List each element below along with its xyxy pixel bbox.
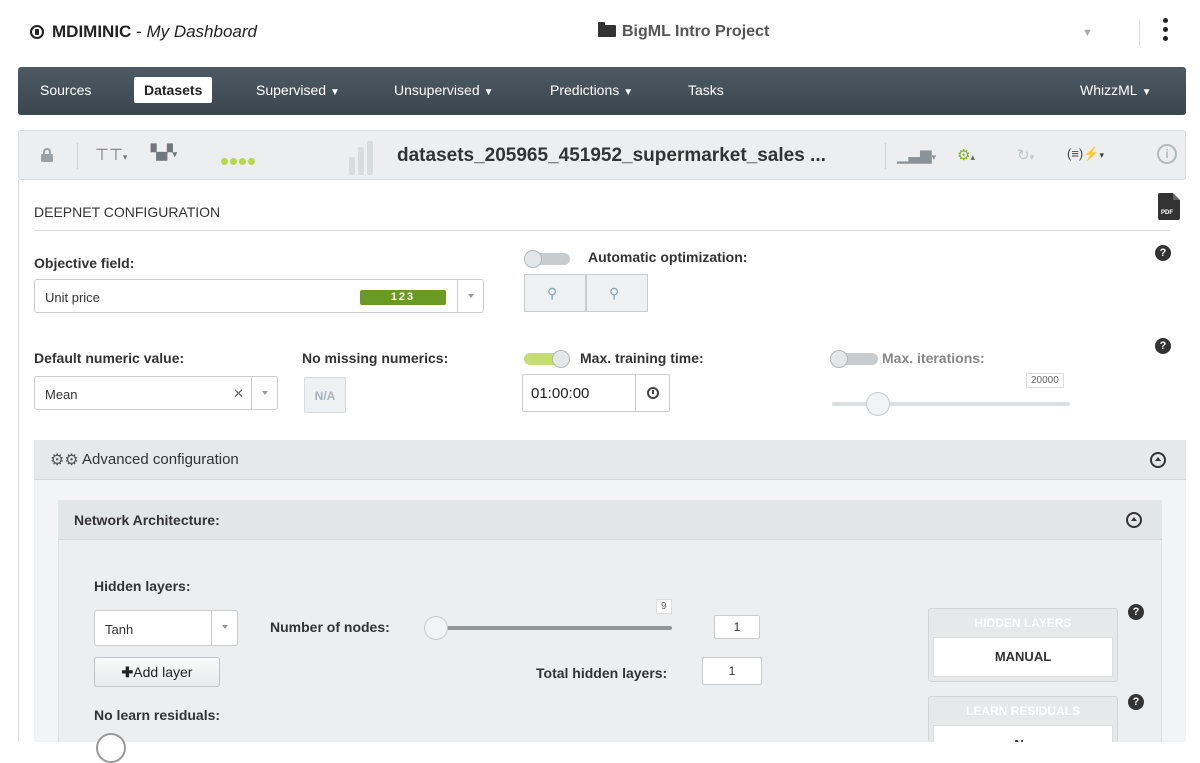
dashboard-brand[interactable]: MDIMINIC - My Dashboard [30,22,257,42]
max-training-time-label: Max. training time: [580,350,704,366]
lock-icon[interactable] [41,148,53,162]
dashboard-name: My Dashboard [146,22,257,41]
na-button[interactable]: N/A [304,377,346,413]
advanced-config-title: Advanced configuration [82,451,239,468]
project-name: BigML Intro Project [622,23,770,40]
no-missing-numerics-label: No missing numerics: [302,350,449,366]
pdf-icon[interactable]: PDF [1158,193,1180,220]
kebab-menu-icon[interactable] [1160,18,1170,48]
hidden-layers-summary-card: HIDDEN LAYERS MANUAL [928,608,1118,682]
activation-value: Tanh [105,622,134,637]
divider [18,180,19,742]
network-icon: ⚲ [609,285,620,301]
top-header: MDIMINIC - My Dashboard BigML Intro Proj… [0,0,1200,66]
clock-icon [647,387,659,399]
dataset-title: datasets_205965_451952_supermarket_sales… [397,145,826,166]
max-training-time-value: 01:00:00 [531,385,590,402]
info-icon[interactable]: i [1157,144,1177,164]
chevron-down-icon[interactable]: ▼ [1082,27,1093,39]
total-hidden-layers-label: Total hidden layers: [536,665,668,681]
max-iterations-slider-handle[interactable] [866,392,890,416]
configure-gears-icon[interactable]: ⚙▴ [957,146,975,164]
nodes-slider[interactable] [428,626,672,630]
learn-residuals-summary-card: LEARN RESIDUALS No [928,696,1118,742]
nav-predictions[interactable]: Predictions ▼ [550,82,633,98]
help-icon[interactable]: ? [1155,245,1171,261]
gears-icon: ⚙⚙ [50,452,79,469]
hidden-layers-label: Hidden layers: [94,578,191,594]
objective-field-value: Unit price [45,290,100,305]
help-icon[interactable]: ? [1128,604,1144,620]
nav-whizzml[interactable]: WhizzML ▼ [1080,82,1151,98]
main-navbar: Sources Datasets Supervised ▼ Unsupervise… [18,67,1186,115]
divider [1139,20,1140,46]
dataset-bars-icon [349,141,376,180]
network-architecture-header[interactable] [58,500,1162,540]
default-numeric-label: Default numeric value: [34,350,185,366]
hidden-layers-card-title: HIDDEN LAYERS [974,616,1072,630]
auto-optimization-toggle[interactable] [524,250,570,268]
brand-separator: - [131,22,147,41]
learn-residuals-card-title: LEARN RESIDUALS [965,704,1080,718]
plus-icon: ✚ [121,664,134,680]
project-selector[interactable]: BigML Intro Project [598,22,770,41]
learn-residuals-card-value: No [933,725,1113,742]
divider [77,143,78,169]
user-icon [30,25,44,39]
config-title: DEEPNET CONFIGURATION [34,204,221,220]
max-training-time-input[interactable]: 01:00:00 [522,374,670,412]
type-icon[interactable]: ▚▞▾ [151,144,177,161]
chevron-down-icon[interactable] [457,280,483,312]
optimization-search-button[interactable]: ⚲ [524,274,586,312]
max-iterations-label: Max. iterations: [882,350,985,366]
chart-icon[interactable]: ▁▃▆▾ [897,146,936,164]
divider [34,230,1170,231]
tree-icon[interactable]: ⊤⊤▾ [95,145,127,165]
nav-supervised[interactable]: Supervised ▼ [256,82,340,98]
hidden-layers-card-value: MANUAL [933,637,1113,677]
objective-field-select[interactable]: Unit price 123 [34,279,484,313]
network-architecture-title: Network Architecture: [74,512,220,528]
whizzml-script-icon[interactable]: (≡)⚡▾ [1067,146,1104,162]
total-hidden-layers-box: 1 [702,657,762,685]
collapse-icon[interactable] [1126,512,1142,528]
nav-sources[interactable]: Sources [40,82,91,98]
nodes-label: Number of nodes: [270,619,390,635]
status-dots [221,152,257,170]
org-name: MDIMINIC [52,22,132,41]
default-numeric-select[interactable]: Mean ✕ [34,376,278,410]
time-picker-button[interactable] [635,375,669,411]
max-iterations-value: 20000 [1026,373,1064,388]
nav-datasets[interactable]: Datasets [134,77,213,103]
help-icon[interactable]: ? [1155,338,1171,354]
activation-select[interactable]: Tanh [94,610,238,646]
objective-field-label: Objective field: [34,255,135,271]
optimization-network-button[interactable]: ⚲ [586,274,648,312]
nodes-max-value: 9 [656,599,672,614]
nodes-value-box[interactable]: 1 [714,615,760,639]
nav-tasks[interactable]: Tasks [688,82,724,98]
folder-icon [598,22,616,37]
collapse-icon[interactable] [1150,452,1166,468]
no-learn-residuals-label: No learn residuals: [94,707,221,723]
numeric-type-badge: 123 [360,290,446,305]
refresh-icon[interactable]: ↻▾ [1017,146,1034,164]
divider [885,143,886,169]
help-icon[interactable]: ? [1128,694,1144,710]
chevron-down-icon[interactable] [251,377,277,409]
chevron-down-icon[interactable] [211,611,237,645]
clear-icon[interactable]: ✕ [233,386,244,402]
auto-optimization-label: Automatic optimization: [588,249,748,265]
nav-unsupervised[interactable]: Unsupervised ▼ [394,82,494,98]
add-layer-button[interactable]: ✚Add layer [94,657,220,687]
search-network-icon: ⚲ [547,285,558,301]
learn-residuals-toggle[interactable] [96,733,126,763]
default-numeric-value: Mean [45,387,78,402]
max-training-time-toggle[interactable] [524,350,570,368]
resource-toolbar: ⊤⊤▾ ▚▞▾ datasets_205965_451952_supermark… [18,130,1186,180]
nodes-slider-handle[interactable] [424,616,448,640]
max-iterations-toggle[interactable] [830,350,878,368]
